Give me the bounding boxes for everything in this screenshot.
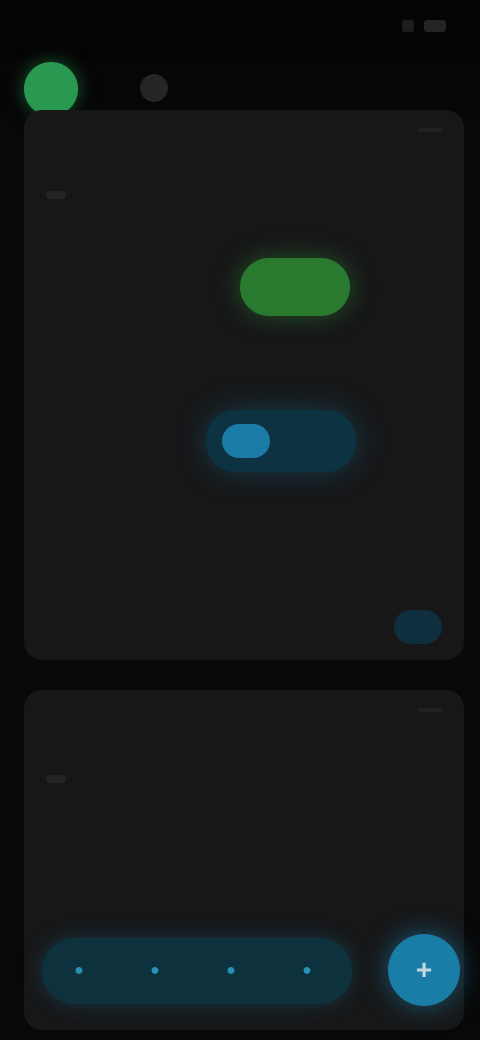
- card-meta: [46, 128, 442, 152]
- app-header: [0, 58, 480, 118]
- status-icons: [402, 20, 446, 32]
- control-1-icon[interactable]: ●: [64, 956, 94, 986]
- card-title-row: [46, 770, 442, 810]
- card-meta: [46, 708, 442, 732]
- status-pill-green[interactable]: [240, 258, 350, 316]
- toggle-knob: [222, 424, 270, 458]
- floating-action-button[interactable]: +: [388, 934, 460, 1006]
- control-3-icon[interactable]: ●: [216, 956, 246, 986]
- app-screen: ● ● ● ● +: [0, 0, 480, 1040]
- card-meta-right[interactable]: [418, 128, 442, 132]
- avatar[interactable]: [24, 62, 78, 116]
- tab-primary[interactable]: [140, 74, 168, 102]
- card-title: [46, 775, 66, 783]
- feed-card-2[interactable]: ● ● ● ● +: [24, 690, 464, 1030]
- plus-icon: +: [415, 954, 433, 985]
- card-action-button[interactable]: [394, 610, 442, 644]
- status-bar: [0, 0, 480, 58]
- card-title: [46, 191, 66, 199]
- battery-icon: [424, 20, 446, 32]
- card-meta-right[interactable]: [418, 708, 442, 712]
- feed-card-1[interactable]: [24, 110, 464, 660]
- control-bar: ● ● ● ●: [42, 938, 352, 1004]
- card-footnote: [46, 562, 442, 582]
- card-title-row: [46, 186, 442, 226]
- control-4-icon[interactable]: ●: [292, 956, 322, 986]
- signal-icon: [402, 20, 414, 32]
- control-2-icon[interactable]: ●: [140, 956, 170, 986]
- toggle-pill-blue[interactable]: [206, 410, 356, 472]
- tab-secondary[interactable]: [250, 74, 278, 102]
